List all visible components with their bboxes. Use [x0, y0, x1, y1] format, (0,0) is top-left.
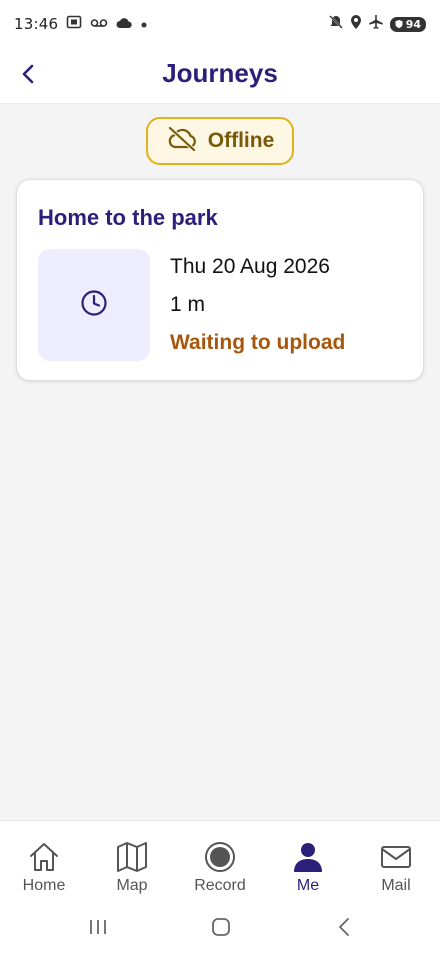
journey-date: Thu 20 Aug 2026 [170, 255, 330, 278]
journey-card[interactable]: Home to the park Thu 20 Aug 2026 1 m Wai… [16, 179, 424, 381]
nav-mail[interactable]: Mail [352, 821, 440, 904]
map-icon [114, 839, 150, 875]
nav-mail-label: Mail [381, 877, 411, 894]
dot-icon [140, 15, 148, 33]
nav-home-label: Home [22, 877, 66, 894]
nav-record-label: Record [194, 877, 246, 894]
status-left: 13:46 [14, 14, 148, 34]
offline-label: Offline [207, 129, 275, 152]
back-arrow-icon [336, 916, 352, 942]
nav-me-label: Me [296, 877, 320, 894]
mail-icon [378, 839, 414, 875]
nav-map-label: Map [116, 877, 148, 894]
voicemail-icon [90, 15, 108, 33]
journey-upload-status: Waiting to upload [170, 331, 346, 354]
journey-duration: 1 m [170, 293, 206, 316]
journey-title: Home to the park [38, 205, 218, 230]
app-header: Journeys [0, 48, 440, 104]
journey-thumbnail [38, 249, 150, 361]
nav-record[interactable]: Record [176, 821, 264, 904]
mute-icon [328, 14, 344, 34]
recent-apps-icon [87, 917, 109, 941]
bottom-nav: Home Map Record Me Mail [0, 820, 440, 904]
home-icon [26, 839, 62, 875]
system-nav-bar [0, 904, 440, 953]
page-title: Journeys [162, 58, 278, 88]
person-icon [290, 839, 326, 875]
battery-icon: 94 [389, 16, 426, 32]
home-system-button[interactable] [201, 914, 241, 944]
status-time: 13:46 [14, 15, 59, 33]
airplane-icon [368, 14, 384, 34]
cloud-off-icon [166, 126, 198, 156]
clock-icon [80, 289, 108, 321]
battery-level: 94 [405, 17, 421, 31]
record-icon [202, 839, 238, 875]
back-system-button[interactable] [324, 914, 364, 944]
nav-map[interactable]: Map [88, 821, 176, 904]
nav-home[interactable]: Home [0, 821, 88, 904]
nav-me[interactable]: Me [264, 821, 352, 904]
screenshot-icon [66, 14, 82, 34]
home-square-icon [210, 916, 232, 942]
status-bar: 13:46 94 [0, 0, 440, 48]
location-icon [350, 14, 362, 34]
offline-badge: Offline [146, 117, 294, 165]
status-right: 94 [328, 14, 426, 34]
cloud-icon [116, 15, 132, 33]
recent-apps-button[interactable] [78, 914, 118, 944]
